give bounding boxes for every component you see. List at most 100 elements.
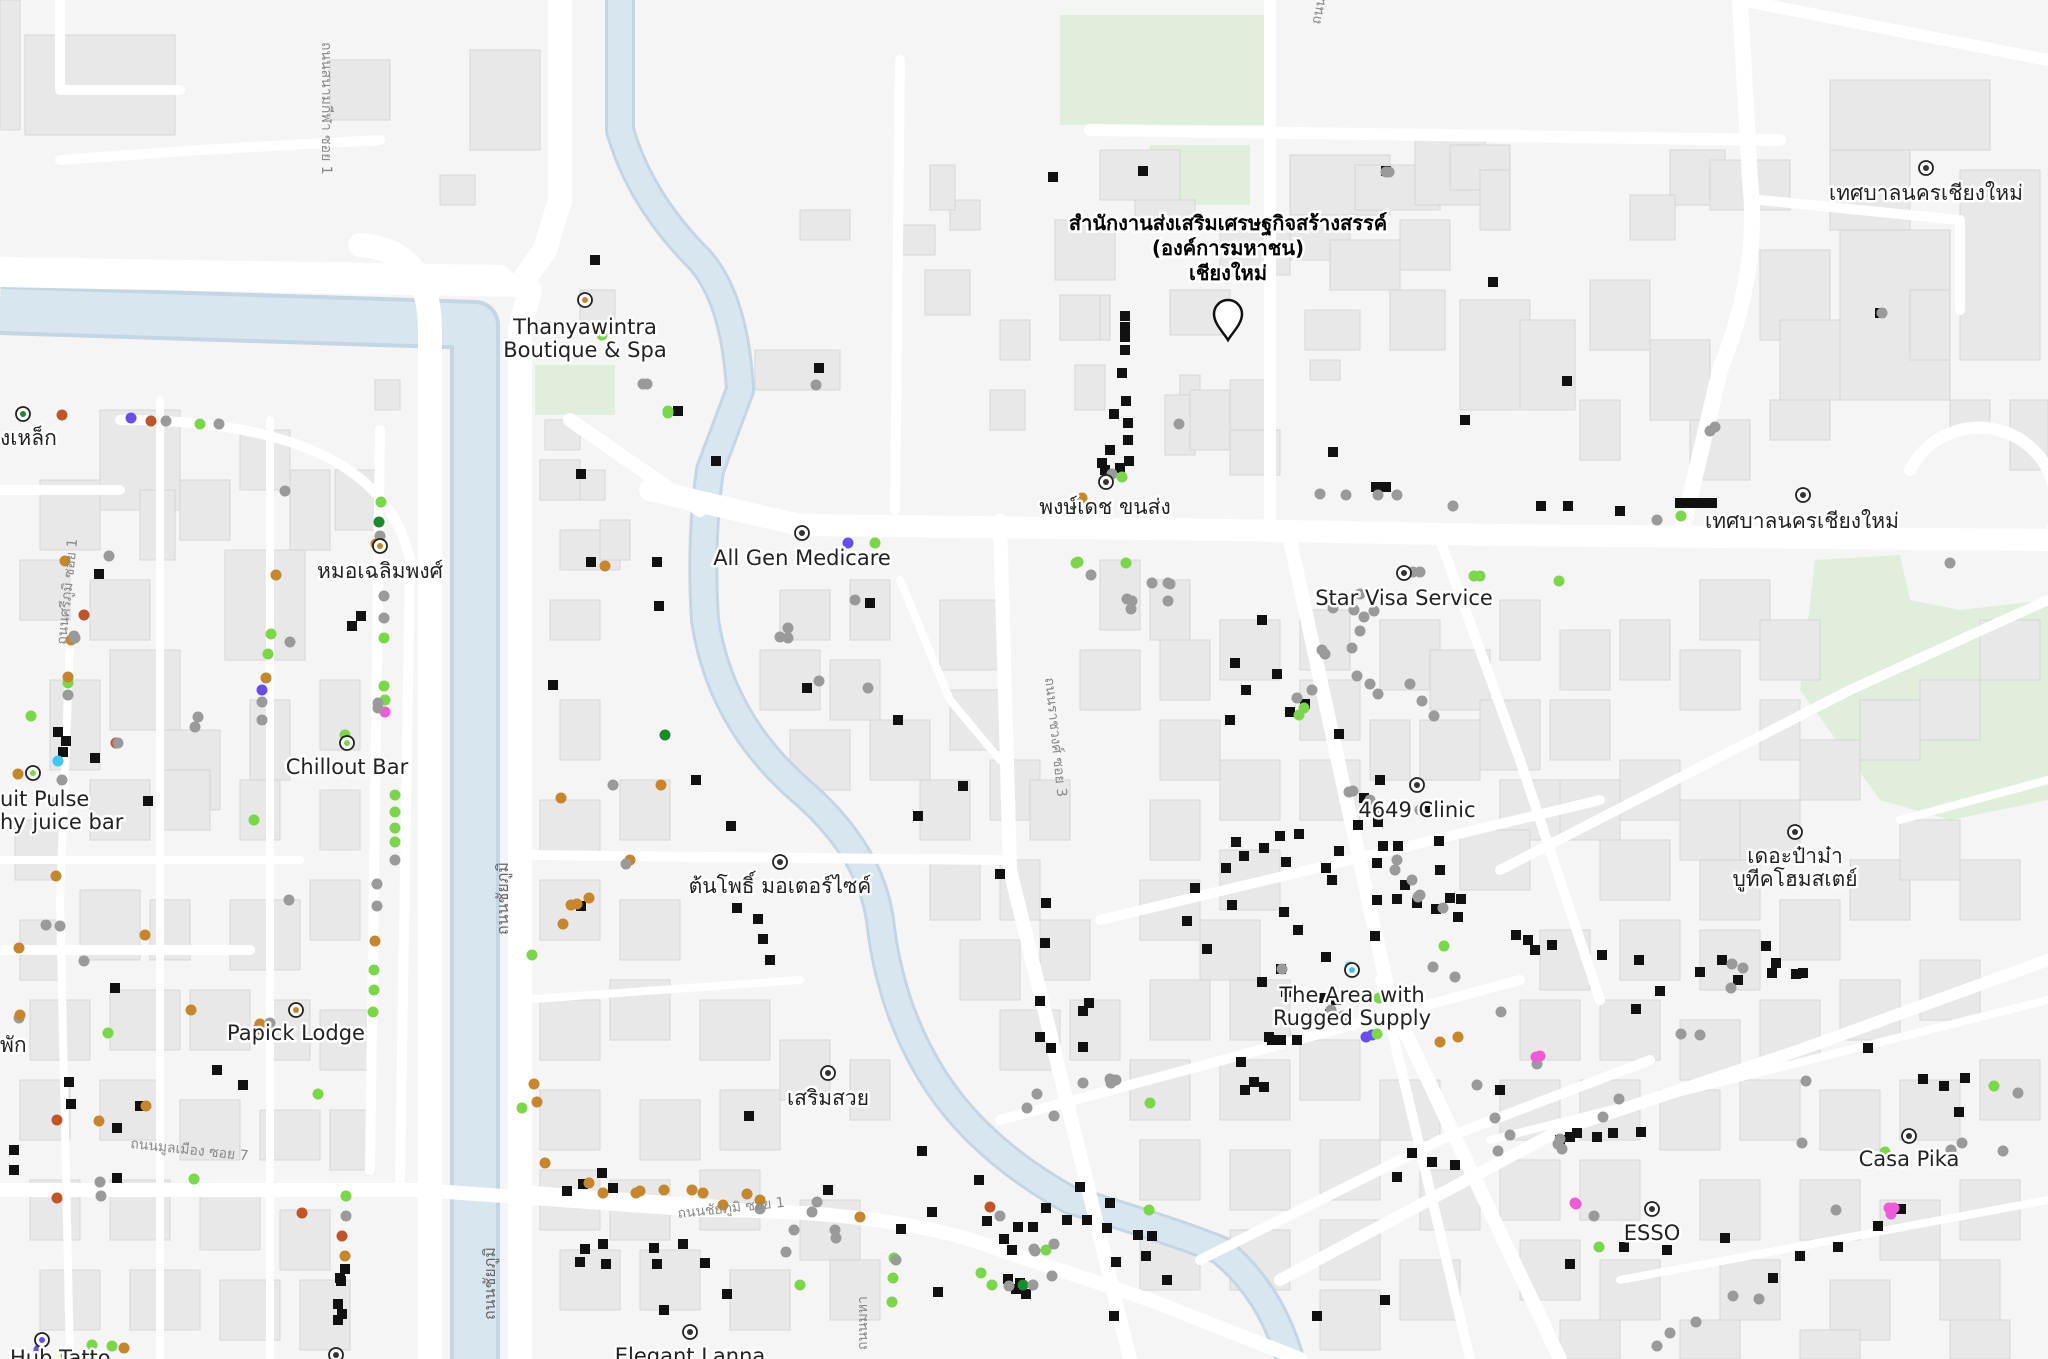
poi-dot-icon[interactable] bbox=[1048, 1110, 1060, 1122]
poi-dot-icon[interactable] bbox=[620, 858, 632, 870]
poi-dot-icon[interactable] bbox=[1371, 1028, 1383, 1040]
poi-dot-icon[interactable] bbox=[1800, 1075, 1812, 1087]
poi-dot-icon[interactable] bbox=[378, 680, 390, 692]
poi-square-icon[interactable] bbox=[1105, 1198, 1115, 1208]
poi-dot-icon[interactable] bbox=[56, 774, 68, 786]
poi-dot-icon[interactable] bbox=[389, 836, 401, 848]
poi-dot-icon[interactable] bbox=[1593, 1241, 1605, 1253]
poi-square-icon[interactable] bbox=[913, 811, 923, 821]
poi-square-icon[interactable] bbox=[1450, 1160, 1460, 1170]
poi-square-icon[interactable] bbox=[1334, 729, 1344, 739]
poi-dot-icon[interactable] bbox=[125, 412, 137, 424]
poi-square-icon[interactable] bbox=[896, 1224, 906, 1234]
poi-dot-icon[interactable] bbox=[986, 1279, 998, 1291]
poi-square-icon[interactable] bbox=[1121, 396, 1131, 406]
poi-square-icon[interactable] bbox=[1863, 1043, 1873, 1053]
poi-square-icon[interactable] bbox=[1321, 863, 1331, 873]
poi-marker-icon[interactable] bbox=[1644, 1201, 1660, 1217]
poi-square-icon[interactable] bbox=[143, 796, 153, 806]
poi-square-icon[interactable] bbox=[1631, 1004, 1641, 1014]
poi-dot-icon[interactable] bbox=[185, 1004, 197, 1016]
poi-square-icon[interactable] bbox=[711, 456, 721, 466]
poi-square-icon[interactable] bbox=[575, 1257, 585, 1267]
poi-square-icon[interactable] bbox=[1013, 1222, 1023, 1232]
poi-dot-icon[interactable] bbox=[1428, 710, 1440, 722]
poi-square-icon[interactable] bbox=[758, 934, 768, 944]
poi-marker-icon[interactable] bbox=[339, 735, 355, 751]
poi-square-icon[interactable] bbox=[1236, 1057, 1246, 1067]
label-sermsuay[interactable]: เสริมสวย bbox=[784, 1084, 871, 1113]
poi-dot-icon[interactable] bbox=[1125, 603, 1137, 615]
poi-marker-icon[interactable] bbox=[820, 1065, 836, 1081]
poi-dot-icon[interactable] bbox=[782, 622, 794, 634]
poi-dot-icon[interactable] bbox=[599, 560, 611, 572]
poi-square-icon[interactable] bbox=[999, 1234, 1009, 1244]
poi-dot-icon[interactable] bbox=[1737, 962, 1749, 974]
poi-dot-icon[interactable] bbox=[1021, 1102, 1033, 1114]
label-mor-chaloem[interactable]: หมอเฉลิมพงศ์ bbox=[315, 557, 447, 586]
poi-square-icon[interactable] bbox=[1249, 1077, 1259, 1087]
poi-square-icon[interactable] bbox=[1960, 1073, 1970, 1083]
poi-dot-icon[interactable] bbox=[1391, 854, 1403, 866]
poi-square-icon[interactable] bbox=[335, 1273, 345, 1283]
poi-dot-icon[interactable] bbox=[213, 418, 225, 430]
poi-dot-icon[interactable] bbox=[1675, 510, 1687, 522]
poi-square-icon[interactable] bbox=[1833, 1242, 1843, 1252]
poi-square-icon[interactable] bbox=[1111, 1257, 1121, 1267]
poi-square-icon[interactable] bbox=[652, 557, 662, 567]
poi-square-icon[interactable] bbox=[90, 753, 100, 763]
poi-dot-icon[interactable] bbox=[1726, 958, 1738, 970]
poi-dot-icon[interactable] bbox=[1414, 889, 1426, 901]
poi-square-icon[interactable] bbox=[1636, 1127, 1646, 1137]
poi-square-icon[interactable] bbox=[1120, 345, 1130, 355]
poi-dot-icon[interactable] bbox=[662, 407, 674, 419]
poi-dot-icon[interactable] bbox=[336, 1230, 348, 1242]
poi-dot-icon[interactable] bbox=[367, 1006, 379, 1018]
poi-square-icon[interactable] bbox=[933, 1287, 943, 1297]
poi-dot-icon[interactable] bbox=[188, 1173, 200, 1185]
poi-dot-icon[interactable] bbox=[583, 892, 595, 904]
label-all-gen[interactable]: All Gen Medicare bbox=[711, 544, 894, 573]
poi-square-icon[interactable] bbox=[238, 1080, 248, 1090]
poi-dot-icon[interactable] bbox=[1530, 1051, 1542, 1063]
poi-dot-icon[interactable] bbox=[1343, 786, 1355, 798]
poi-square-icon[interactable] bbox=[1097, 458, 1107, 468]
poi-square-icon[interactable] bbox=[1041, 1203, 1051, 1213]
poi-dot-icon[interactable] bbox=[93, 1115, 105, 1127]
poi-dot-icon[interactable] bbox=[1143, 1204, 1155, 1216]
poi-square-icon[interactable] bbox=[1615, 506, 1625, 516]
poi-square-icon[interactable] bbox=[1041, 898, 1051, 908]
poi-square-icon[interactable] bbox=[1109, 1311, 1119, 1321]
poi-dot-icon[interactable] bbox=[371, 878, 383, 890]
poi-marker-icon[interactable] bbox=[1901, 1128, 1917, 1144]
poi-square-icon[interactable] bbox=[61, 736, 71, 746]
poi-square-icon[interactable] bbox=[1393, 841, 1403, 851]
poi-dot-icon[interactable] bbox=[1072, 556, 1084, 568]
poi-square-icon[interactable] bbox=[1328, 447, 1338, 457]
poi-dot-icon[interactable] bbox=[56, 409, 68, 421]
poi-square-icon[interactable] bbox=[1241, 685, 1251, 695]
poi-marker-icon[interactable] bbox=[577, 292, 593, 308]
label-song-lek[interactable]: งเหล็ก bbox=[0, 422, 59, 453]
poi-square-icon[interactable] bbox=[1565, 1132, 1575, 1142]
poi-square-icon[interactable] bbox=[1795, 1251, 1805, 1261]
poi-dot-icon[interactable] bbox=[1162, 595, 1174, 607]
poi-dot-icon[interactable] bbox=[371, 900, 383, 912]
poi-dot-icon[interactable] bbox=[378, 590, 390, 602]
poi-dot-icon[interactable] bbox=[597, 1187, 609, 1199]
poi-square-icon[interactable] bbox=[1707, 498, 1717, 508]
poi-marker-icon[interactable] bbox=[1098, 474, 1114, 490]
poi-dot-icon[interactable] bbox=[886, 1296, 898, 1308]
poi-square-icon[interactable] bbox=[726, 821, 736, 831]
poi-dot-icon[interactable] bbox=[1031, 1088, 1043, 1100]
poi-dot-icon[interactable] bbox=[1406, 874, 1418, 886]
poi-square-icon[interactable] bbox=[1035, 996, 1045, 1006]
label-star-visa[interactable]: Star Visa Service bbox=[1313, 584, 1496, 613]
poi-square-icon[interactable] bbox=[1240, 1085, 1250, 1095]
poi-square-icon[interactable] bbox=[112, 1173, 122, 1183]
poi-square-icon[interactable] bbox=[1062, 1215, 1072, 1225]
poi-square-icon[interactable] bbox=[1562, 376, 1572, 386]
poi-square-icon[interactable] bbox=[1954, 1107, 1964, 1117]
poi-square-icon[interactable] bbox=[1334, 846, 1344, 856]
poi-dot-icon[interactable] bbox=[12, 768, 24, 780]
